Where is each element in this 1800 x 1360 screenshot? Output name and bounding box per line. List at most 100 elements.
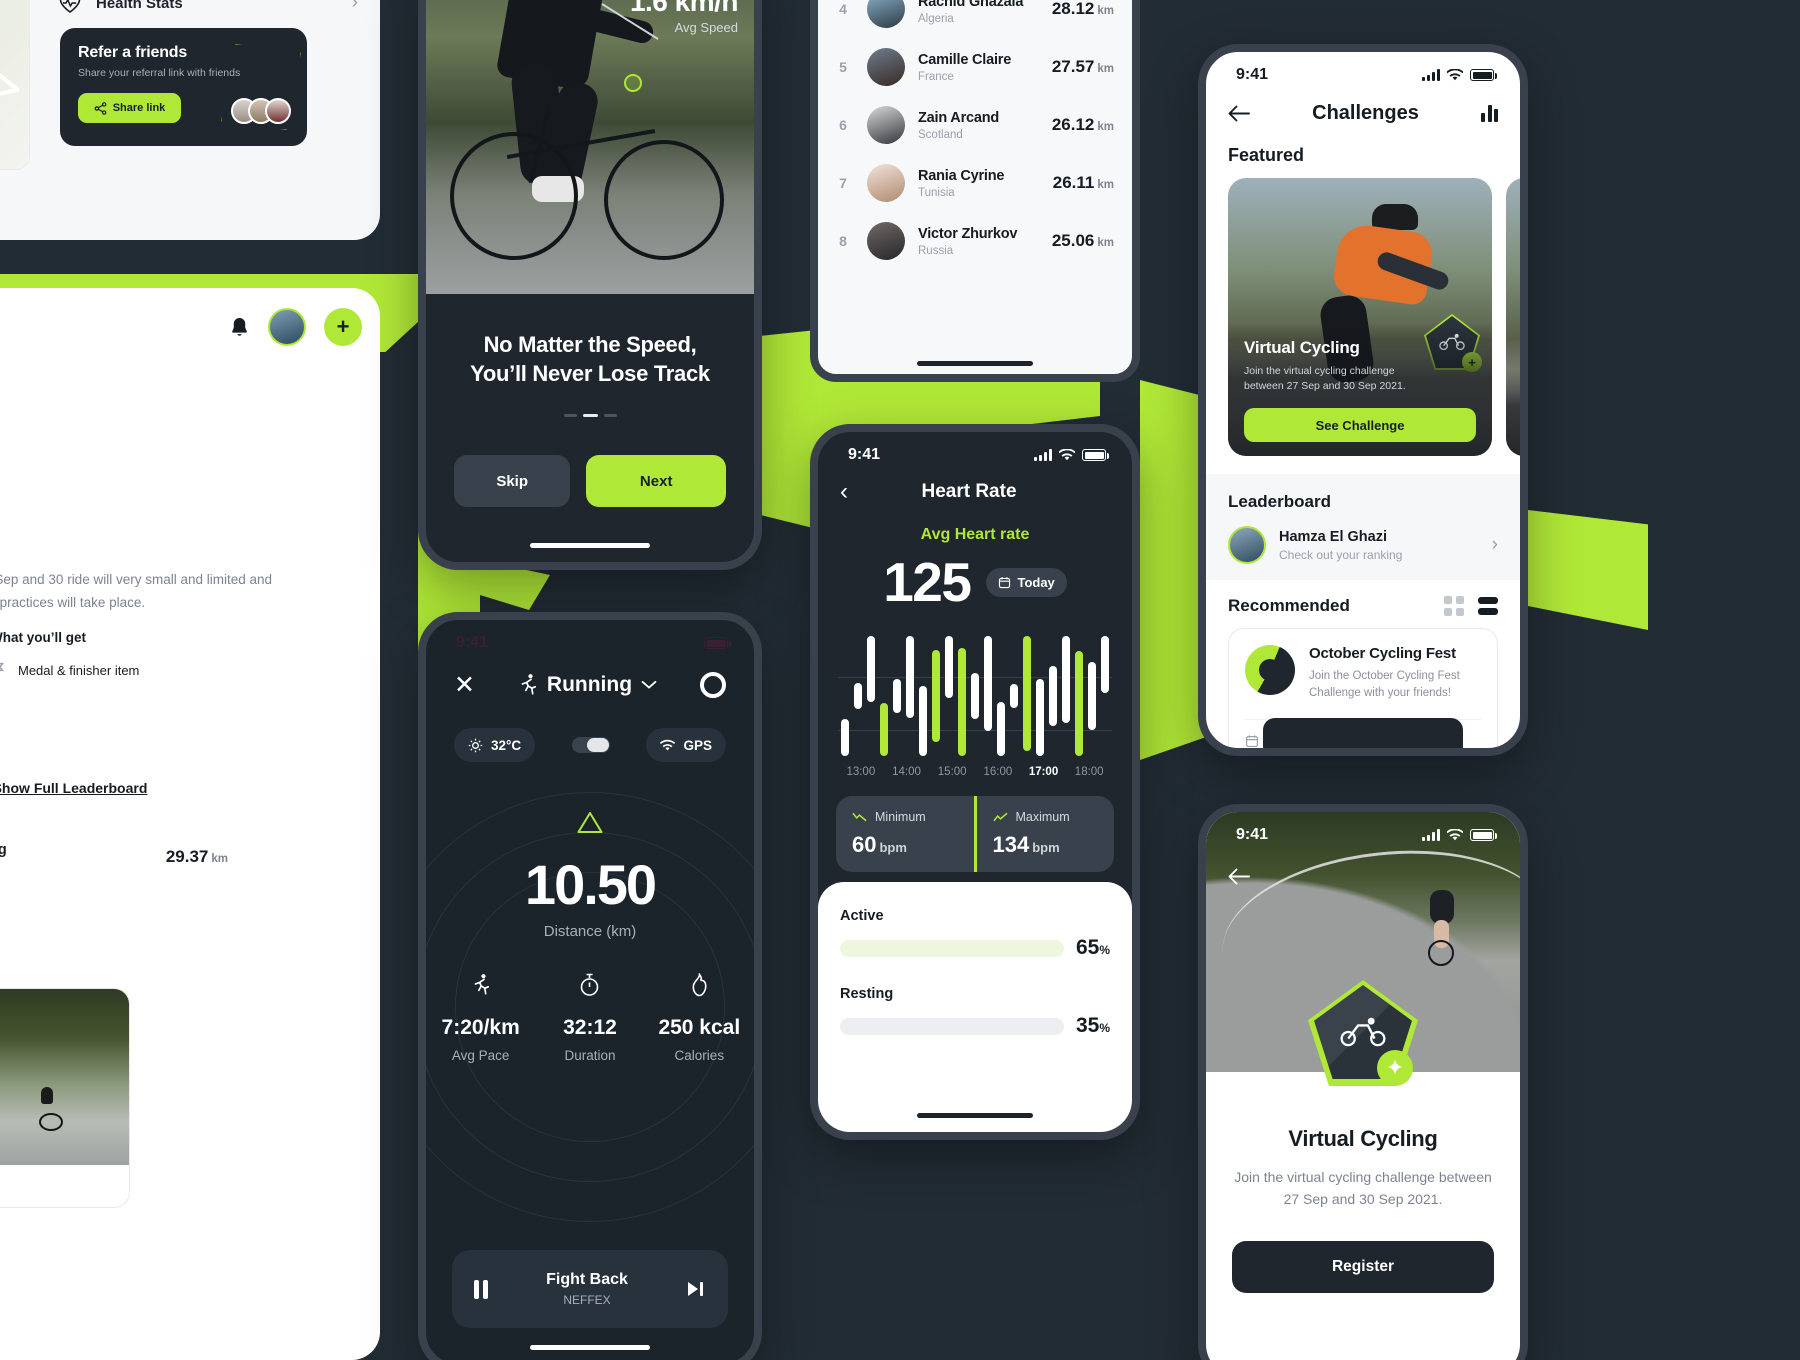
stopwatch-icon — [578, 972, 601, 998]
dot[interactable] — [603, 414, 617, 418]
running-tracker-phone: 9:41 ✕ Running 32°C GPS 10.50 Distance (… — [418, 612, 762, 1360]
battery-icon — [1082, 449, 1109, 461]
table-row[interactable]: 4 Rachid Ghazala Algeria 28.12 km — [818, 0, 1132, 38]
status-bar: 9:41 — [818, 432, 1132, 464]
participant-distance: 28.12 km — [1051, 0, 1114, 18]
challenges-title: Challenges — [1312, 102, 1419, 124]
heart-rate-chart — [838, 636, 1112, 756]
leaderboard-top-row[interactable]: 🥉 Victor Borg Denmark 29.37km — [0, 838, 242, 876]
recommended-desc: Join the October Cycling Fest Challenge … — [1309, 670, 1460, 700]
featured-title: Virtual Cycling — [1244, 337, 1360, 357]
gps-signal-icon — [660, 739, 676, 752]
featured-carousel[interactable]: + Virtual Cycling Join the virtual cycli… — [1206, 166, 1520, 456]
minimum-unit: bpm — [879, 840, 907, 855]
challenges-phone: 9:41 Challenges Featured Virtual Cycling… — [1198, 44, 1528, 756]
music-player: Fight Back NEFFEX — [452, 1250, 728, 1328]
cycling-together-card[interactable]: Cycling Together — [0, 988, 130, 1208]
chart-bar — [1075, 650, 1084, 756]
register-button[interactable]: Register — [1232, 1240, 1494, 1293]
avg-heart-rate-label: Avg Heart rate — [920, 526, 1030, 543]
dot-active[interactable] — [582, 414, 598, 418]
record-button[interactable] — [700, 672, 726, 698]
triangle-activity-icon — [576, 810, 604, 835]
battery-icon — [1470, 829, 1497, 841]
chart-down-icon — [852, 810, 867, 824]
x-axis-tick: 16:00 — [983, 766, 1013, 778]
wifi-icon — [1447, 69, 1463, 81]
leader-distance-unit: km — [211, 853, 228, 865]
chart-bar — [1088, 662, 1097, 730]
distance-unit: km — [1097, 237, 1114, 249]
chart-bar — [1023, 636, 1032, 752]
runner-icon — [518, 673, 538, 697]
stats-icon[interactable] — [1481, 105, 1498, 122]
show-full-leaderboard-link[interactable]: Show Full Leaderboard — [0, 780, 280, 796]
running-toolbar: ✕ Running — [426, 652, 754, 698]
featured-card[interactable]: + Virtual Cycling Join the virtual cycli… — [1228, 178, 1492, 456]
back-arrow-icon[interactable] — [1228, 868, 1250, 885]
temperature-label: 32°C — [491, 737, 522, 753]
leaderboard-section: Leaderboard Hamza El Ghazi Check out you… — [1206, 474, 1520, 580]
x-axis-tick: 13:00 — [846, 766, 876, 778]
recommended-action-button[interactable] — [1263, 718, 1463, 748]
table-row[interactable]: 8 Victor Zhurkov Russia 25.06 km — [818, 212, 1132, 270]
resting-progress-row: 35% — [840, 1014, 1110, 1038]
maximum-unit: bpm — [1032, 840, 1060, 855]
share-link-button[interactable]: Share link — [78, 93, 181, 123]
onboarding-buttons: Skip Next — [426, 455, 754, 508]
featured-desc: Join the virtual cycling challenge betwe… — [1244, 364, 1406, 393]
avatar[interactable] — [268, 308, 306, 346]
grid-view-icon[interactable] — [1444, 596, 1464, 616]
featured-card-next[interactable]: 10 Joi 15 S — [1506, 178, 1520, 456]
next-button[interactable]: Next — [586, 455, 726, 508]
heart-rate-x-axis: 13:00 14:00 15:00 16:00 17:00 18:00 — [838, 766, 1112, 778]
recommended-card[interactable]: October Cycling Fest Join the October Cy… — [1228, 628, 1498, 748]
skip-button[interactable]: Skip — [454, 455, 571, 508]
leaderboard-heading: Leaderboard — [1228, 492, 1331, 511]
chart-bar — [879, 702, 888, 756]
my-ranking-row[interactable]: Hamza El Ghazi Check out your ranking › — [1228, 526, 1498, 564]
chart-bar — [892, 678, 901, 714]
health-stats-row[interactable]: Health Stats › — [58, 0, 358, 14]
unit-toggle[interactable] — [571, 737, 610, 753]
health-stats-card: GARD Health Stats › Refer a friends Shar… — [0, 0, 380, 240]
featured-overlay: Virtual Cycling Join the virtual cycling… — [1228, 321, 1492, 456]
back-arrow-icon[interactable] — [1228, 105, 1250, 122]
activity-selector[interactable]: Running — [475, 673, 700, 697]
share-link-label: Share link — [112, 102, 166, 114]
see-challenge-button[interactable]: See Challenge — [1244, 408, 1476, 442]
today-filter-chip[interactable]: Today — [986, 567, 1067, 597]
min-max-card: Minimum 60 bpm Maximum 134 bpm — [836, 796, 1114, 872]
avatar — [265, 98, 291, 124]
table-row[interactable]: 6 Zain Arcand Scotland 26.12 km — [818, 96, 1132, 154]
onboarding-hero-image: 1.6 km/h Avg Speed — [426, 0, 754, 294]
bike-icon — [1340, 1017, 1386, 1047]
stat-value: 7:20/km — [441, 1016, 520, 1039]
minimum-label: Minimum — [875, 810, 926, 824]
participant-name: Rachid Ghazala — [918, 0, 1024, 10]
dot[interactable] — [563, 414, 577, 418]
gps-chip[interactable]: GPS — [646, 728, 726, 762]
flame-icon — [689, 972, 710, 998]
temperature-chip[interactable]: 32°C — [454, 728, 536, 762]
next-track-button[interactable] — [686, 1280, 706, 1298]
bell-icon[interactable] — [228, 315, 250, 339]
chart-bar — [840, 719, 849, 756]
map-preview-card[interactable]: GARD — [0, 0, 30, 170]
pagination-dots — [452, 414, 728, 418]
onboarding-phone: 1.6 km/h Avg Speed No Matter the Speed, … — [418, 0, 762, 570]
maximum-label: Maximum — [1015, 810, 1070, 824]
back-arrow-icon[interactable]: ‹ — [840, 480, 848, 504]
challenge-detail-panel: + Cycling 3,547 participants enge al cyc… — [0, 288, 380, 1360]
add-button[interactable]: + — [324, 308, 362, 346]
about-text: al cycling challenge between 27 Sep and … — [0, 572, 273, 611]
recommended-header: Recommended — [1206, 580, 1520, 616]
pause-button[interactable] — [474, 1279, 488, 1299]
close-icon[interactable]: ✕ — [454, 672, 475, 698]
speed-marker-dot — [624, 74, 642, 92]
activity-breakdown-sheet: Active 65% Resting 35% — [818, 882, 1132, 1132]
resting-progress-track — [840, 1017, 1064, 1035]
table-row[interactable]: 5 Camille Claire France 27.57 km — [818, 38, 1132, 96]
table-row[interactable]: 7 Rania Cyrine Tunisia 26.11 km — [818, 154, 1132, 212]
list-view-icon[interactable] — [1478, 597, 1498, 615]
